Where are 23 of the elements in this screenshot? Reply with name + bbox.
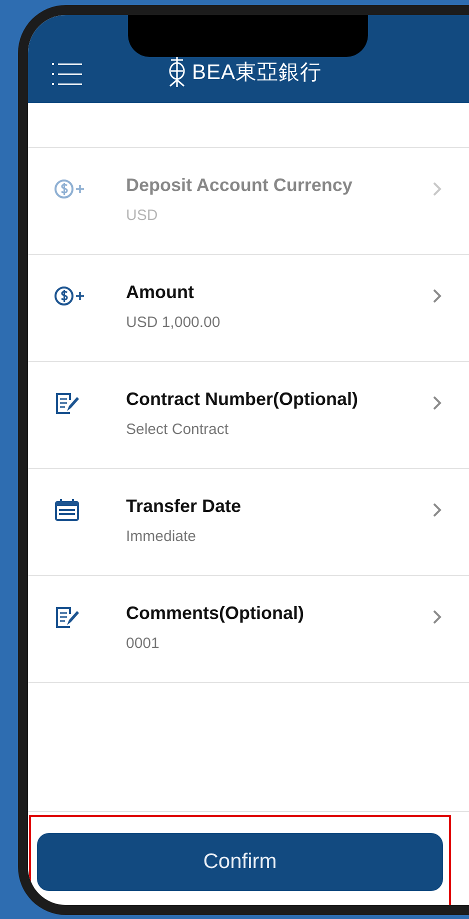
chevron-icon [432, 288, 442, 304]
confirm-button[interactable]: Confirm [37, 833, 443, 891]
field-value: Select Contract [126, 420, 230, 440]
field-label: Amount [126, 282, 195, 304]
chevron-icon [432, 395, 442, 411]
field-label: Comments(Optional) [126, 603, 305, 625]
menu-icon[interactable] [52, 63, 82, 85]
field-label: Contract Number(Optional) [126, 389, 359, 411]
field-label: Transfer Date [126, 496, 242, 518]
form-row[interactable]: Comments(Optional) 0001 [28, 576, 469, 683]
bank-logo-icon [168, 57, 186, 87]
chevron-icon [432, 181, 442, 197]
field-label: Deposit Account Currency [126, 175, 354, 197]
field-value: Immediate [126, 526, 198, 547]
chevron-icon [432, 609, 442, 625]
form-row[interactable]: Transfer Date Immediate [28, 469, 469, 576]
form-row[interactable]: Amount USD 1,000.00 [28, 255, 469, 362]
brand-name: BEA東亞銀行 [192, 62, 322, 82]
field-value: USD 1,000.00 [126, 312, 222, 333]
form-row[interactable]: Contract Number(Optional) Select Contract [28, 362, 469, 469]
chevron-icon [432, 502, 442, 518]
field-value: USD [126, 206, 159, 226]
field-value: 0001 [126, 634, 160, 654]
